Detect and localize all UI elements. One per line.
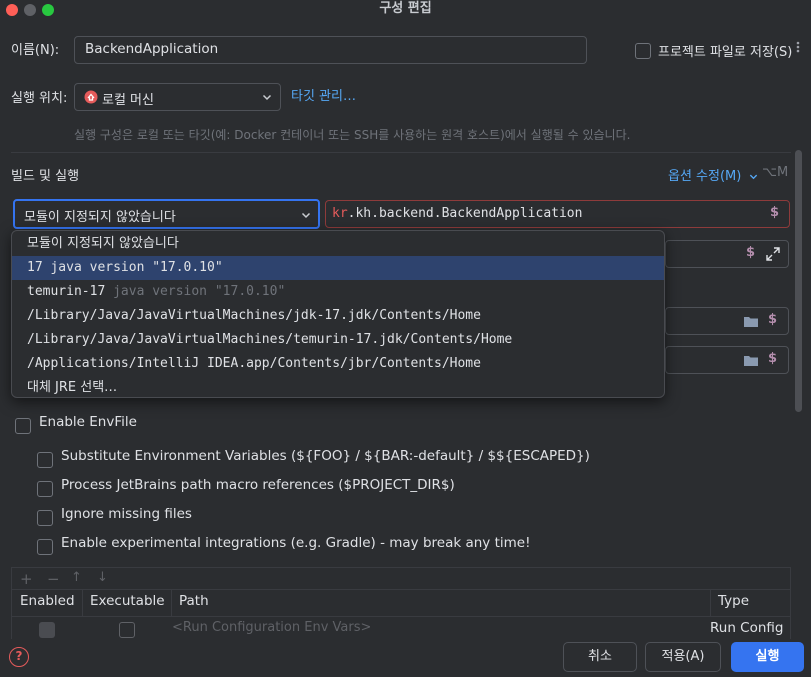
row-executable-checkbox[interactable] <box>119 622 135 638</box>
jre-option-label: temurin-17 <box>27 284 114 299</box>
jre-option-alternative[interactable]: 대체 JRE 선택… <box>12 376 664 397</box>
more-options-icon[interactable] <box>792 40 804 54</box>
jre-option[interactable]: temurin-17 java version "17.0.10" <box>12 280 664 304</box>
modify-options-label: 옵션 수정(M) <box>668 169 742 184</box>
jre-option[interactable]: /Applications/IntelliJ IDEA.app/Contents… <box>12 352 664 376</box>
process-path-macros-checkbox[interactable] <box>37 481 53 497</box>
enable-envfile-label: Enable EnvFile <box>39 414 137 430</box>
apply-button[interactable]: 적용(A) <box>645 642 721 672</box>
jre-option[interactable]: 모듈이 지정되지 않았습니다 <box>12 232 664 256</box>
main-class-rest: .kh.backend.BackendApplication <box>347 206 583 221</box>
chevron-down-icon <box>750 174 758 180</box>
process-path-macros-label: Process JetBrains path macro references … <box>61 477 455 493</box>
name-input-value: BackendApplication <box>85 41 219 57</box>
column-enabled[interactable]: Enabled <box>20 593 75 609</box>
folder-icon[interactable] <box>743 354 759 371</box>
row-type: Run Config <box>710 620 784 636</box>
store-as-project-file-label: 프로젝트 파일로 저장(S) <box>658 45 793 60</box>
folder-icon[interactable] <box>743 315 759 332</box>
table-row[interactable]: <Run Configuration Env Vars> Run Config <box>11 617 791 639</box>
main-class-input[interactable]: kr.kh.backend.BackendApplication $ <box>325 200 790 228</box>
ignore-missing-files-checkbox[interactable] <box>37 510 53 526</box>
run-on-hint: 실행 구성은 로컬 또는 타깃(예: Docker 컨테이너 또는 SSH를 사… <box>74 128 631 142</box>
chevron-down-icon <box>301 209 311 224</box>
run-button[interactable]: 실행 <box>731 642 804 672</box>
jre-dropdown-popup: 모듈이 지정되지 않았습니다 17 java version "17.0.10"… <box>11 230 665 398</box>
jre-option-label: 대체 JRE 선택… <box>27 380 118 395</box>
insert-macro-icon[interactable]: $ <box>746 245 755 260</box>
move-down-icon[interactable]: ↓ <box>97 570 108 585</box>
table-toolbar-divider <box>11 589 791 590</box>
main-class-error-segment: kr <box>332 206 348 221</box>
name-input[interactable]: BackendApplication <box>74 36 587 64</box>
main-class-value: kr.kh.backend.BackendApplication <box>332 206 582 221</box>
run-on-label: 실행 위치: <box>11 91 68 106</box>
run-on-select[interactable]: 로컬 머신 <box>74 83 281 111</box>
insert-macro-icon[interactable]: $ <box>768 351 777 366</box>
jre-option-label: /Library/Java/JavaVirtualMachines/jdk-17… <box>27 308 481 323</box>
jre-select-value: 모듈이 지정되지 않았습니다 <box>24 210 176 225</box>
row-enabled-checkbox[interactable] <box>39 622 55 638</box>
environment-variables-input[interactable]: $ <box>665 346 789 374</box>
run-on-value: 로컬 머신 <box>102 93 154 108</box>
substitute-env-vars-label: Substitute Environment Variables (${FOO}… <box>61 448 590 464</box>
build-and-run-label: 빌드 및 실행 <box>11 169 80 184</box>
jre-option-selected[interactable]: 17 java version "17.0.10" <box>12 256 664 280</box>
substitute-env-vars-checkbox[interactable] <box>37 452 53 468</box>
column-divider <box>710 590 711 616</box>
vertical-scrollbar[interactable] <box>795 150 802 412</box>
cancel-button[interactable]: 취소 <box>563 642 637 672</box>
name-label: 이름(N): <box>11 43 60 58</box>
chevron-down-icon <box>262 91 272 106</box>
working-directory-input[interactable]: $ <box>665 307 789 335</box>
expand-icon[interactable] <box>766 247 780 265</box>
modify-options-shortcut: ⌥M <box>762 165 789 180</box>
column-divider <box>82 590 83 616</box>
insert-macro-icon[interactable]: $ <box>770 205 779 220</box>
modify-options-link[interactable]: 옵션 수정(M) <box>668 165 758 184</box>
column-executable[interactable]: Executable <box>90 593 165 609</box>
title-bar: 구성 편집 <box>0 0 811 22</box>
jre-option[interactable]: /Library/Java/JavaVirtualMachines/temuri… <box>12 328 664 352</box>
jre-option-label: 17 java version "17.0.10" <box>27 260 223 275</box>
local-machine-icon <box>84 90 98 104</box>
enable-envfile-checkbox[interactable] <box>15 418 31 434</box>
ignore-missing-files-label: Ignore missing files <box>61 506 192 522</box>
jre-select[interactable]: 모듈이 지정되지 않았습니다 <box>13 199 320 229</box>
jre-option[interactable]: /Library/Java/JavaVirtualMachines/jdk-17… <box>12 304 664 328</box>
jre-option-label: /Library/Java/JavaVirtualMachines/temuri… <box>27 332 513 347</box>
experimental-integrations-checkbox[interactable] <box>37 539 53 555</box>
row-path: <Run Configuration Env Vars> <box>172 620 372 635</box>
remove-icon[interactable]: − <box>47 570 60 588</box>
help-icon[interactable]: ? <box>9 647 29 667</box>
manage-targets-link[interactable]: 타깃 관리… <box>291 85 356 104</box>
window-title: 구성 편집 <box>379 1 432 16</box>
column-divider <box>171 590 172 616</box>
store-as-project-file-checkbox[interactable] <box>635 43 651 59</box>
insert-macro-icon[interactable]: $ <box>768 312 777 327</box>
column-path[interactable]: Path <box>179 593 209 609</box>
column-type[interactable]: Type <box>718 593 749 609</box>
add-icon[interactable]: + <box>20 570 33 588</box>
jre-option-label: 모듈이 지정되지 않았습니다 <box>27 236 179 251</box>
separator <box>11 152 791 153</box>
program-arguments-input[interactable]: $ <box>665 240 789 268</box>
jre-option-label: /Applications/IntelliJ IDEA.app/Contents… <box>27 356 481 371</box>
move-up-icon[interactable]: ↑ <box>71 570 82 585</box>
experimental-integrations-label: Enable experimental integrations (e.g. G… <box>61 535 531 551</box>
jre-option-version: java version "17.0.10" <box>113 284 286 299</box>
